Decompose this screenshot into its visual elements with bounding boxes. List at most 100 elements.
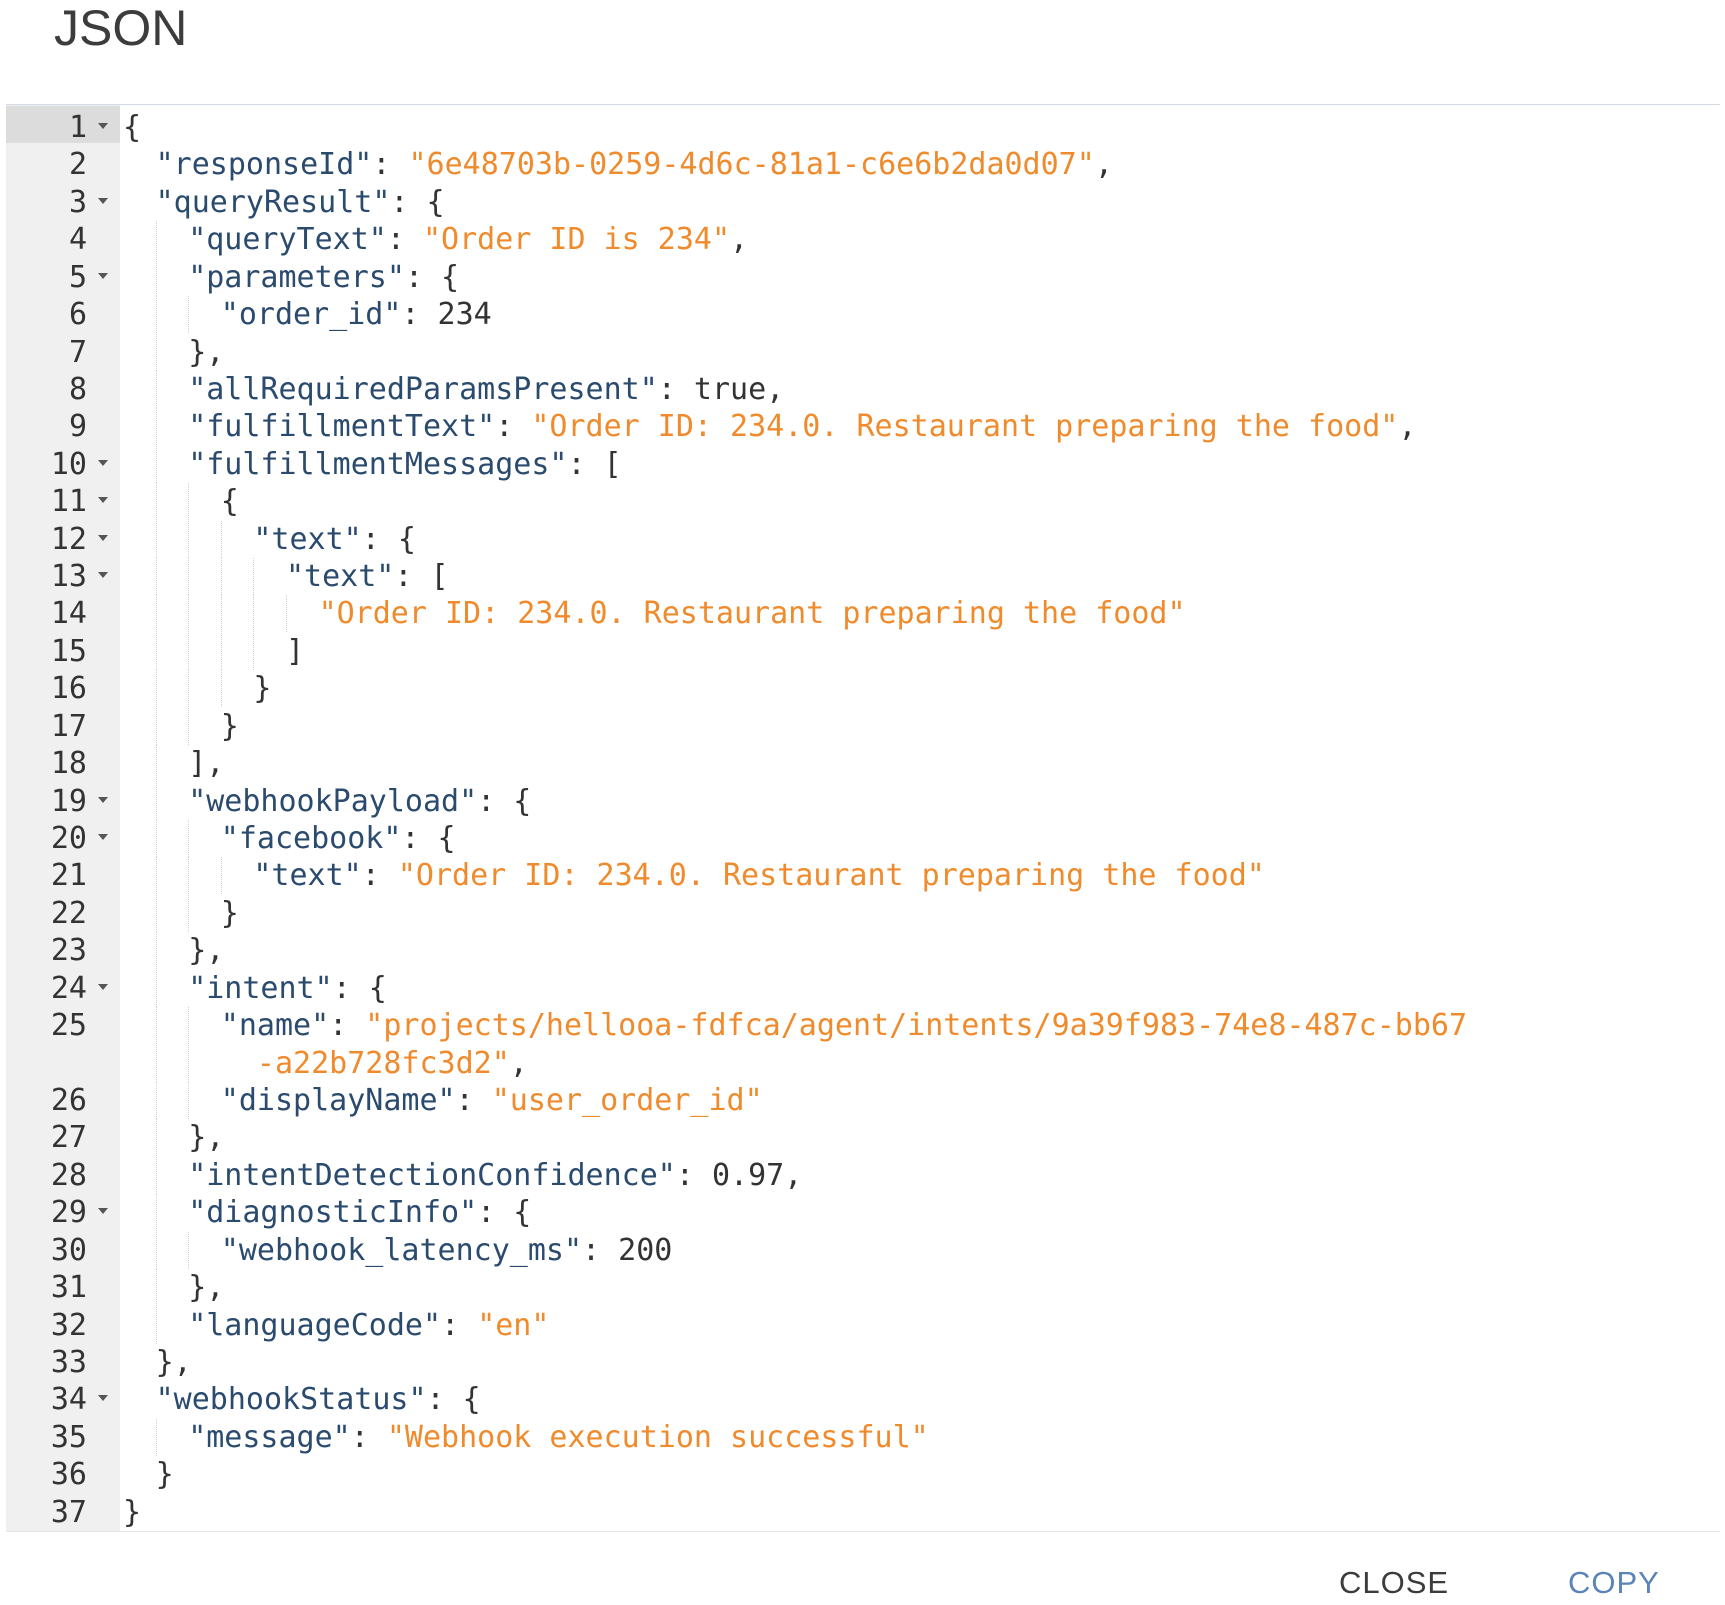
indent-guide <box>123 146 156 183</box>
indent-guide <box>123 558 156 595</box>
json-key: "languageCode" <box>188 1307 442 1343</box>
gutter-row: 10 <box>6 446 120 483</box>
json-string-value: "Order ID: 234.0. Restaurant preparing t… <box>531 409 1399 445</box>
code-line[interactable]: { <box>120 109 1720 146</box>
json-punctuation: , <box>784 1157 803 1193</box>
json-key: "facebook" <box>220 821 402 857</box>
indent-guide <box>155 333 189 371</box>
code-lines[interactable]: {"responseId": "6e48703b-0259-4d6c-81a1-… <box>120 109 1720 1531</box>
line-number: 6 <box>68 297 87 333</box>
code-line[interactable]: "Order ID: 234.0. Restaurant preparing t… <box>120 595 1720 633</box>
indent-guide <box>220 670 254 708</box>
code-line[interactable]: "queryText": "Order ID is 234", <box>120 221 1720 259</box>
fold-toggle-icon[interactable] <box>98 983 108 990</box>
fold-toggle-icon[interactable] <box>98 497 108 504</box>
json-punctuation: : <box>495 409 532 445</box>
json-punctuation: , <box>1398 409 1417 445</box>
fold-toggle-icon[interactable] <box>98 572 108 579</box>
code-line[interactable]: } <box>120 894 1720 932</box>
json-punctuation: , <box>1094 147 1113 183</box>
indent-guide <box>123 1456 156 1493</box>
indent-guide <box>155 969 189 1007</box>
code-line[interactable]: "diagnosticInfo": { <box>120 1194 1720 1232</box>
code-line[interactable]: "fulfillmentMessages": [ <box>120 445 1720 483</box>
code-line[interactable]: } <box>120 670 1720 708</box>
indent-guide <box>123 857 156 894</box>
json-code-editor[interactable]: 1 2 3 4 5 6 7 8 9 10 11 12 13 14 15 16 17 18 19 20 21 22 23 24 2… <box>6 104 1720 1532</box>
close-button[interactable]: CLOSE <box>1339 1560 1449 1605</box>
fold-toggle-icon[interactable] <box>98 123 108 129</box>
fold-toggle-icon[interactable] <box>98 1395 108 1402</box>
code-line[interactable]: }, <box>120 1119 1720 1157</box>
code-line[interactable]: "parameters": { <box>120 258 1720 296</box>
code-line[interactable]: "responseId": "6e48703b-0259-4d6c-81a1-c… <box>120 146 1720 183</box>
json-punctuation: : [ <box>567 446 622 482</box>
json-key: "name" <box>220 1008 330 1044</box>
code-line[interactable]: "message": "Webhook execution successful… <box>120 1418 1720 1456</box>
fold-toggle-icon[interactable] <box>98 834 108 841</box>
indent-guide <box>155 558 189 596</box>
json-key: "diagnosticInfo" <box>188 1195 478 1231</box>
line-number: 8 <box>68 371 87 407</box>
gutter-row: 21 <box>6 857 120 894</box>
json-key: "text" <box>285 559 395 595</box>
code-line[interactable]: "text": "Order ID: 234.0. Restaurant pre… <box>120 857 1720 895</box>
code-line[interactable]: }, <box>120 333 1720 371</box>
json-punctuation: : <box>657 371 694 407</box>
gutter-row: 16 <box>6 670 120 707</box>
indent-guide <box>155 1119 189 1157</box>
code-line[interactable]: }, <box>120 932 1720 970</box>
fold-toggle-icon[interactable] <box>98 534 108 541</box>
indent-guide <box>188 820 221 858</box>
code-line[interactable]: "webhookStatus": { <box>120 1381 1720 1418</box>
code-line[interactable]: "languageCode": "en" <box>120 1306 1720 1344</box>
code-line[interactable]: } <box>120 1456 1720 1493</box>
code-line[interactable]: { <box>120 483 1720 521</box>
gutter-row <box>6 1045 120 1082</box>
code-line[interactable]: } <box>120 1494 1720 1531</box>
code-line[interactable]: "intentDetectionConfidence": 0.97, <box>120 1156 1720 1194</box>
fold-toggle-icon[interactable] <box>98 796 108 803</box>
fold-toggle-icon[interactable] <box>98 1208 108 1215</box>
line-number: 4 <box>68 222 87 258</box>
code-line[interactable]: "text": [ <box>120 558 1720 596</box>
indent-guide <box>123 595 156 632</box>
code-line[interactable]: "facebook": { <box>120 820 1720 858</box>
indent-guide <box>123 820 156 857</box>
code-line[interactable]: "order_id": 234 <box>120 296 1720 334</box>
indent-guide <box>285 595 319 633</box>
copy-button[interactable]: COPY <box>1568 1560 1660 1605</box>
json-punctuation: }, <box>188 334 225 370</box>
indent-guide <box>155 1418 189 1456</box>
indent-guide <box>188 670 221 708</box>
code-line[interactable]: "fulfillmentText": "Order ID: 234.0. Res… <box>120 408 1720 446</box>
code-line[interactable]: -a22b728fc3d2", <box>120 1044 1720 1082</box>
code-line[interactable]: "text": { <box>120 520 1720 558</box>
gutter-row: 13 <box>6 558 120 595</box>
code-line[interactable]: "displayName": "user_order_id" <box>120 1081 1720 1119</box>
json-key: "parameters" <box>188 259 405 295</box>
fold-toggle-icon[interactable] <box>98 459 108 466</box>
indent-guide <box>123 932 156 969</box>
indent-guide <box>155 782 189 820</box>
code-line[interactable]: "webhookPayload": { <box>120 782 1720 820</box>
code-line[interactable]: "name": "projects/hellooa-fdfca/agent/in… <box>120 1007 1720 1045</box>
json-punctuation: : [ <box>394 559 449 595</box>
fold-toggle-icon[interactable] <box>98 197 108 204</box>
code-line[interactable]: "allRequiredParamsPresent": true, <box>120 370 1720 408</box>
code-line[interactable]: ] <box>120 632 1720 670</box>
gutter-row: 20 <box>6 820 120 857</box>
indent-guide <box>123 221 156 258</box>
fold-toggle-icon[interactable] <box>98 272 108 279</box>
json-key: "displayName" <box>220 1082 456 1118</box>
code-line[interactable]: "intent": { <box>120 969 1720 1007</box>
indent-guide <box>220 520 254 558</box>
code-line[interactable]: "queryResult": { <box>120 184 1720 221</box>
indent-guide <box>188 1081 221 1119</box>
indent-guide <box>155 1156 189 1194</box>
code-line[interactable]: }, <box>120 1344 1720 1381</box>
code-line[interactable]: }, <box>120 1269 1720 1307</box>
code-line[interactable]: "webhook_latency_ms": 200 <box>120 1231 1720 1269</box>
code-line[interactable]: ], <box>120 745 1720 783</box>
code-line[interactable]: } <box>120 707 1720 745</box>
